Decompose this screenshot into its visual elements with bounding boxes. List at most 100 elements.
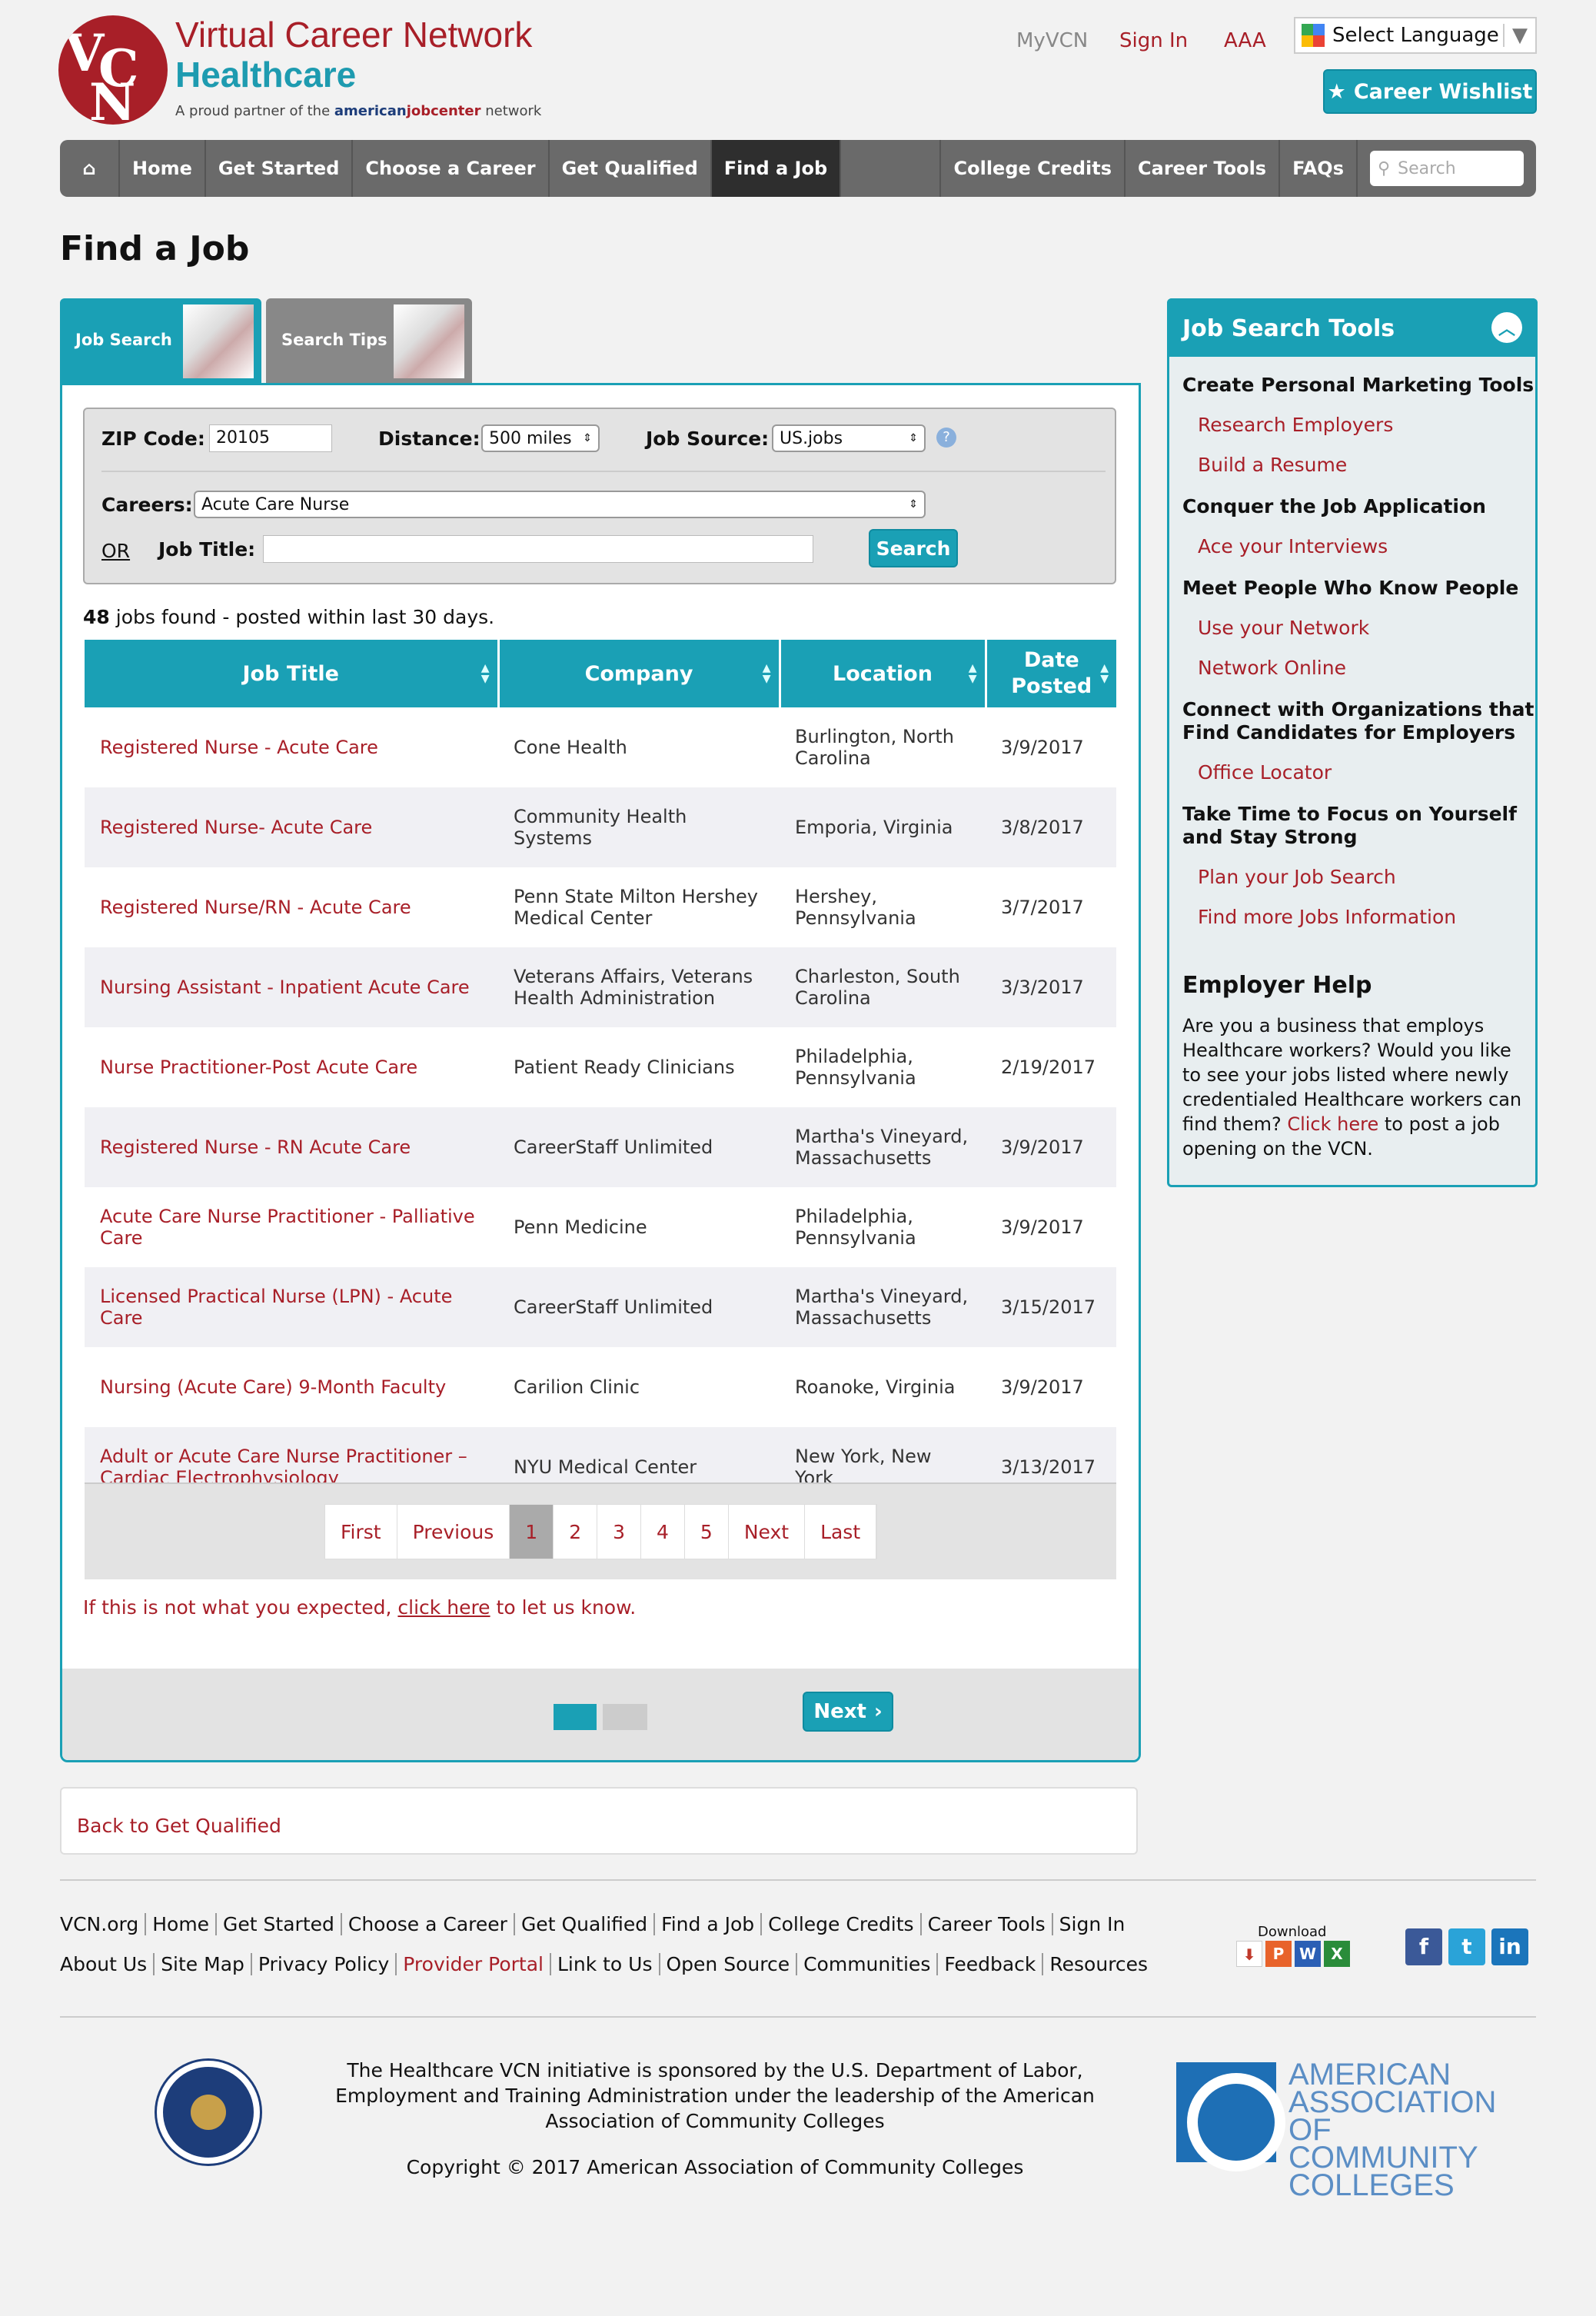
nav-get-qualified[interactable]: Get Qualified	[550, 140, 712, 197]
page-last[interactable]: Last	[805, 1505, 877, 1559]
page-4[interactable]: 4	[641, 1505, 685, 1559]
feedback-text: If this is not what you expected, click …	[83, 1596, 637, 1619]
language-select[interactable]: Select Language ▼	[1294, 17, 1537, 54]
job-source-label: Job Source:	[646, 428, 770, 450]
footer-link[interactable]: Open Source	[658, 1953, 796, 1975]
text-size-control[interactable]: AAA	[1224, 29, 1266, 52]
location-cell: Philadelphia, Pennsylvania	[795, 1046, 916, 1089]
page-previous[interactable]: Previous	[397, 1505, 510, 1559]
sidebar-link[interactable]: Plan your Job Search	[1198, 866, 1396, 888]
footer-link[interactable]: Get Qualified	[513, 1913, 653, 1935]
collapse-icon[interactable]: ︿	[1491, 312, 1522, 343]
col-job-title[interactable]: Job Title ▲ ▼	[85, 640, 500, 707]
page-5[interactable]: 5	[685, 1505, 729, 1559]
nav-search-input[interactable]: ⚲ Search	[1370, 151, 1524, 186]
nav-home[interactable]: Home	[120, 140, 206, 197]
step-indicator[interactable]	[603, 1704, 647, 1730]
employer-click-here-link[interactable]: Click here	[1287, 1113, 1378, 1135]
footer-link[interactable]: Get Started	[215, 1913, 341, 1935]
job-title-link[interactable]: Nursing (Acute Care) 9-Month Faculty	[85, 1347, 498, 1427]
job-title-link[interactable]: Nursing Assistant - Inpatient Acute Care	[85, 947, 498, 1027]
footer-link[interactable]: Choose a Career	[340, 1913, 514, 1935]
page-1[interactable]: 1	[510, 1505, 554, 1559]
nav-home-icon[interactable]: ⌂	[60, 140, 120, 197]
job-title-link[interactable]: Registered Nurse - Acute Care	[85, 707, 498, 787]
sidebar-link[interactable]: Research Employers	[1198, 414, 1393, 436]
linkedin-icon[interactable]: in	[1491, 1928, 1528, 1965]
job-title-link[interactable]: Registered Nurse/RN - Acute Care	[85, 867, 498, 947]
nav-choose-a-career[interactable]: Choose a Career	[353, 140, 550, 197]
footer-link[interactable]: Communities	[796, 1953, 936, 1975]
footer-link[interactable]: Find a Job	[653, 1913, 760, 1935]
feedback-link[interactable]: click here	[397, 1596, 490, 1619]
step-indicator-active[interactable]	[554, 1704, 597, 1730]
sidebar-link[interactable]: Find more Jobs Information	[1198, 906, 1456, 928]
page-3[interactable]: 3	[597, 1505, 641, 1559]
footer-link[interactable]: Privacy Policy	[250, 1953, 395, 1975]
search-button[interactable]: Search	[869, 529, 958, 567]
job-title-link[interactable]: Registered Nurse - RN Acute Care	[85, 1107, 498, 1187]
back-link[interactable]: Back to Get Qualified	[77, 1815, 281, 1837]
nav-get-started[interactable]: Get Started	[206, 140, 354, 197]
pdf-icon[interactable]: ⬇	[1236, 1941, 1262, 1967]
sidebar-link[interactable]: Ace your Interviews	[1198, 535, 1388, 557]
sign-in-link[interactable]: Sign In	[1119, 29, 1188, 52]
vcn-logo[interactable]: VCN	[58, 15, 168, 125]
sidebar-link[interactable]: Network Online	[1198, 657, 1346, 679]
location-cell: Philadelphia, Pennsylvania	[795, 1206, 916, 1249]
footer-link[interactable]: College Credits	[760, 1913, 919, 1935]
job-title-link[interactable]: Acute Care Nurse Practitioner - Palliati…	[85, 1187, 498, 1267]
updown-icon: ⇕	[909, 498, 918, 511]
next-button[interactable]: Next ›	[803, 1692, 893, 1732]
sort-icon: ▲ ▼	[480, 662, 490, 685]
help-icon[interactable]: ?	[936, 428, 956, 448]
date-cell: 3/7/2017	[1001, 897, 1084, 918]
job-source-select[interactable]: US.jobs ⇕	[772, 424, 926, 452]
col-location[interactable]: Location ▲ ▼	[780, 640, 987, 707]
career-wishlist-button[interactable]: ★ Career Wishlist	[1323, 69, 1537, 114]
tab-photo	[394, 304, 464, 378]
footer-link[interactable]: Home	[145, 1913, 215, 1935]
careers-select[interactable]: Acute Care Nurse ⇕	[194, 491, 926, 518]
tab-job-search[interactable]: Job Search	[60, 298, 261, 384]
excel-icon[interactable]: X	[1324, 1941, 1350, 1967]
job-title-link[interactable]: Nurse Practitioner-Post Acute Care	[85, 1027, 498, 1107]
myvcn-link[interactable]: MyVCN	[1016, 29, 1088, 52]
job-title-input[interactable]	[263, 535, 813, 563]
brand-tagline: A proud partner of the americanjobcenter…	[175, 103, 542, 119]
job-title-link[interactable]: Licensed Practical Nurse (LPN) - Acute C…	[85, 1267, 498, 1347]
page-2[interactable]: 2	[554, 1505, 598, 1559]
powerpoint-icon[interactable]: P	[1265, 1941, 1292, 1967]
footer-link[interactable]: VCN.org	[60, 1913, 145, 1935]
distance-select[interactable]: 500 miles ⇕	[481, 424, 600, 452]
nav-find-a-job[interactable]: Find a Job	[711, 140, 842, 197]
tab-search-tips[interactable]: Search Tips	[266, 298, 472, 384]
zip-input[interactable]: 20105	[209, 424, 332, 452]
nav-career-tools[interactable]: Career Tools	[1126, 140, 1281, 197]
footer-link[interactable]: Site Map	[153, 1953, 251, 1975]
aacc-logo[interactable]	[1176, 2062, 1285, 2171]
sidebar-link[interactable]: Office Locator	[1198, 761, 1332, 784]
footer-link[interactable]: Sign In	[1051, 1913, 1132, 1935]
footer-link[interactable]: Career Tools	[919, 1913, 1052, 1935]
facebook-icon[interactable]: f	[1405, 1928, 1442, 1965]
sidebar-link[interactable]: Use your Network	[1198, 617, 1369, 639]
page-next[interactable]: Next	[729, 1505, 806, 1559]
nav-college-credits[interactable]: College Credits	[941, 140, 1126, 197]
sidebar-link[interactable]: Build a Resume	[1198, 454, 1347, 476]
footer-link[interactable]: Provider Portal	[395, 1953, 550, 1975]
sidebar-heading: Create Personal Marketing Tools	[1182, 374, 1534, 396]
footer-link[interactable]: Link to Us	[549, 1953, 659, 1975]
footer-link[interactable]: About Us	[60, 1953, 153, 1975]
footer-link[interactable]: Resources	[1042, 1953, 1154, 1975]
col-company[interactable]: Company ▲ ▼	[498, 640, 781, 707]
page-first[interactable]: First	[325, 1505, 397, 1559]
twitter-icon[interactable]: t	[1448, 1928, 1485, 1965]
sidebar-heading: Connect with Organizations that Find Can…	[1182, 698, 1534, 744]
nav-faqs[interactable]: FAQs	[1280, 140, 1358, 197]
job-title-link[interactable]: Registered Nurse- Acute Care	[85, 787, 498, 867]
col-date-posted[interactable]: Date Posted ▲ ▼	[986, 640, 1116, 707]
footer-link[interactable]: Feedback	[936, 1953, 1042, 1975]
word-icon[interactable]: W	[1295, 1941, 1321, 1967]
table-row: Registered Nurse- Acute Care Community He…	[85, 787, 1116, 867]
